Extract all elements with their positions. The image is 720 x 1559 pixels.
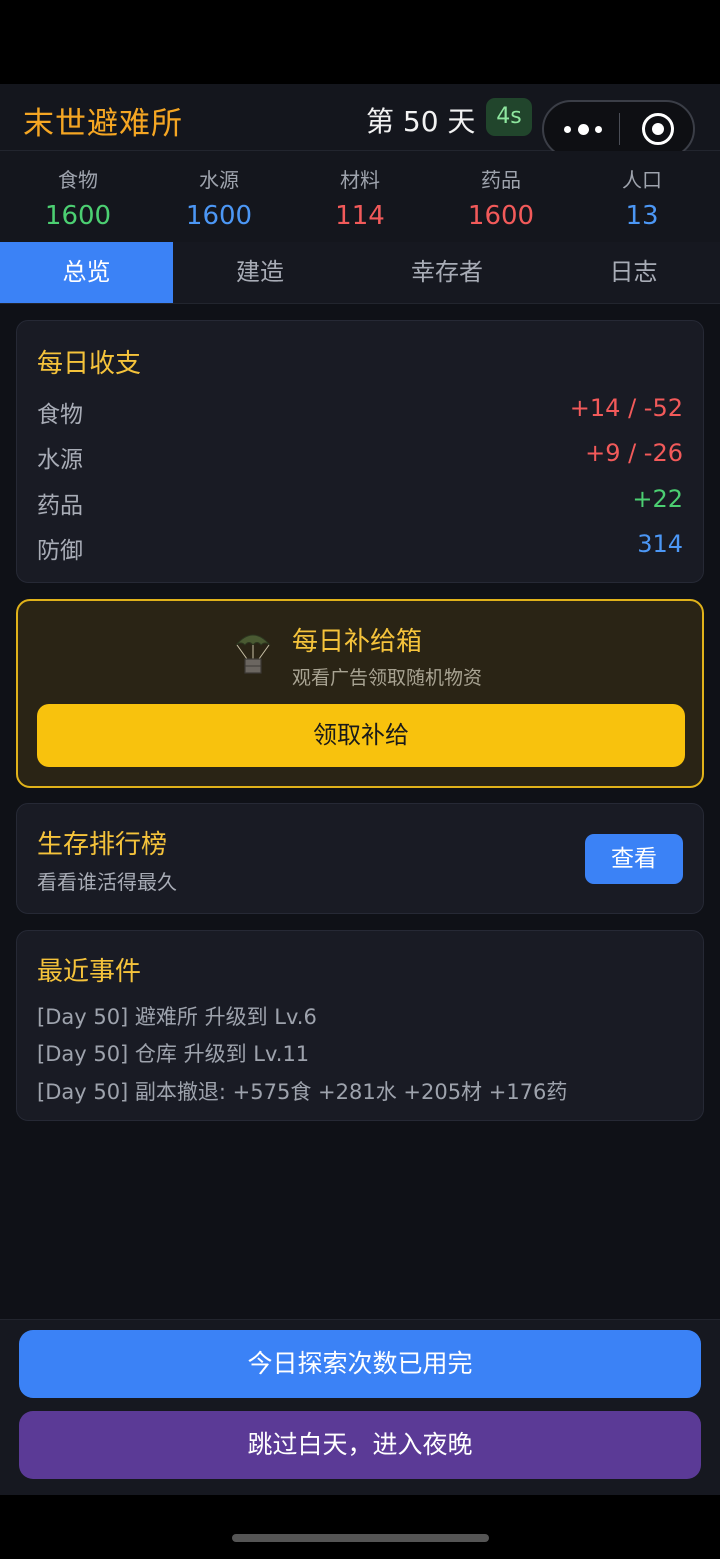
bottom-action-bar: 今日探索次数已用完 跳过白天，进入夜晚 <box>0 1319 720 1495</box>
supply-subtitle: 观看广告领取随机物资 <box>292 667 483 689</box>
balance-label-medicine: 药品 <box>37 493 83 519</box>
stat-value: 114 <box>335 201 385 231</box>
app-title: 末世避难所 <box>23 106 183 142</box>
daily-balance-card: 每日收支 食物 +14 / -52 水源 +9 / -26 药品 +22 防御 … <box>16 320 704 583</box>
capsule-divider <box>619 113 620 145</box>
stat-value: 1600 <box>467 201 535 231</box>
recent-events-card: 最近事件 [Day 50] 避难所 升级到 Lv.6 [Day 50] 仓库 升… <box>16 930 704 1121</box>
event-item: [Day 50] 副本撤退: +575食 +281水 +205材 +176药 <box>37 1080 568 1104</box>
day-counter: 第 50 天 <box>366 105 476 138</box>
more-icon[interactable] <box>564 102 602 156</box>
view-leaderboard-button[interactable]: 查看 <box>585 834 683 884</box>
app-screen: 末世避难所 第 50 天 4s 食物 1600 水源 1600 材料 114 药… <box>0 84 720 1495</box>
stat-value: 1600 <box>44 201 112 231</box>
stat-population: 人口 13 <box>572 151 712 231</box>
tab-survivors[interactable]: 幸存者 <box>347 242 547 303</box>
balance-label-defense: 防御 <box>37 538 83 564</box>
tab-overview[interactable]: 总览 <box>0 242 173 303</box>
events-title: 最近事件 <box>37 957 142 987</box>
stat-label: 药品 <box>481 168 521 192</box>
leaderboard-title: 生存排行榜 <box>37 830 168 860</box>
card-title: 每日收支 <box>37 349 142 379</box>
skip-day-button[interactable]: 跳过白天，进入夜晚 <box>19 1411 701 1479</box>
event-item: [Day 50] 避难所 升级到 Lv.6 <box>37 1005 317 1029</box>
event-item: [Day 50] 仓库 升级到 Lv.11 <box>37 1042 310 1066</box>
balance-label-water: 水源 <box>37 447 83 473</box>
stat-label: 人口 <box>622 168 662 192</box>
explore-button[interactable]: 今日探索次数已用完 <box>19 1330 701 1398</box>
mini-program-capsule <box>542 100 695 158</box>
stat-value: 13 <box>625 201 659 231</box>
stat-label: 材料 <box>340 168 380 192</box>
tab-build[interactable]: 建造 <box>173 242 347 303</box>
balance-value-water: +9 / -26 <box>585 439 683 467</box>
claim-supply-button[interactable]: 领取补给 <box>37 704 685 767</box>
stat-water: 水源 1600 <box>149 151 289 231</box>
balance-value-food: +14 / -52 <box>569 394 683 422</box>
balance-value-defense: 314 <box>637 530 683 558</box>
stat-materials: 材料 114 <box>290 151 430 231</box>
balance-value-medicine: +22 <box>632 485 683 513</box>
timer-badge: 4s <box>486 98 532 136</box>
stat-food: 食物 1600 <box>8 151 148 231</box>
supply-title: 每日补给箱 <box>292 627 423 657</box>
header-bar: 末世避难所 第 50 天 4s <box>0 84 720 158</box>
tab-bar: 总览 建造 幸存者 日志 <box>0 242 720 304</box>
parachute-crate-icon <box>235 634 271 674</box>
leaderboard-card: 生存排行榜 看看谁活得最久 查看 <box>16 803 704 914</box>
resource-stats: 食物 1600 水源 1600 材料 114 药品 1600 人口 13 <box>0 151 720 242</box>
stat-value: 1600 <box>185 201 253 231</box>
balance-label-food: 食物 <box>37 402 83 428</box>
stat-label: 水源 <box>199 168 239 192</box>
home-indicator <box>232 1534 489 1542</box>
close-target-icon[interactable] <box>642 113 674 145</box>
tab-log[interactable]: 日志 <box>547 242 720 303</box>
stat-medicine: 药品 1600 <box>431 151 571 231</box>
stat-label: 食物 <box>58 168 98 192</box>
leaderboard-subtitle: 看看谁活得最久 <box>37 870 177 894</box>
supply-box-card: 每日补给箱 观看广告领取随机物资 领取补给 <box>16 599 704 788</box>
